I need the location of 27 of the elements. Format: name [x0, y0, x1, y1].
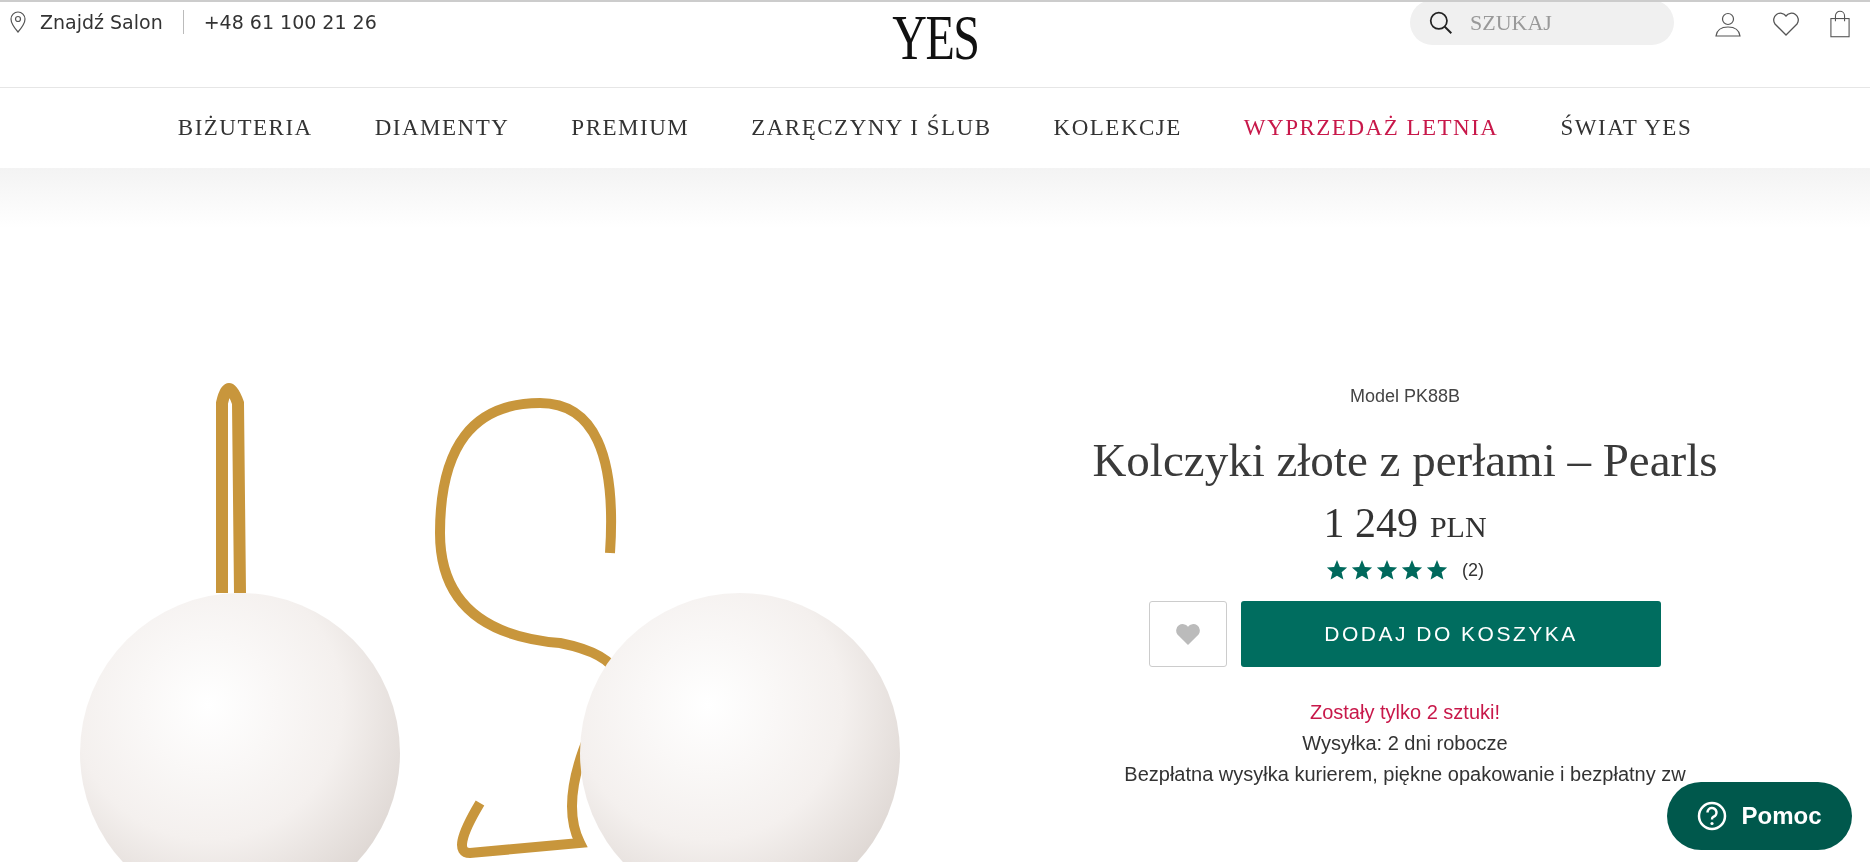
shipping-time: Wysyłka: 2 dni robocze [1302, 732, 1508, 755]
price: 1 249 [1323, 499, 1418, 547]
search-bar[interactable]: SZUKAJ [1410, 2, 1674, 45]
logo[interactable]: YES [891, 2, 979, 74]
heart-icon[interactable] [1772, 10, 1800, 37]
nav-link[interactable]: DIAMENTY [374, 115, 510, 141]
nav-link[interactable]: PREMIUM [571, 115, 690, 141]
nav-link[interactable]: ŚWIAT YES [1560, 115, 1693, 141]
search-input[interactable]: SZUKAJ [1468, 8, 1652, 37]
nav-link[interactable]: BIŻUTERIA [177, 115, 313, 141]
add-to-cart-button[interactable]: DODAJ DO KOSZYKA [1241, 601, 1661, 667]
phone-link[interactable]: +48 61 100 21 26 [203, 11, 377, 33]
model-number: Model PK88B [1349, 386, 1461, 407]
heart-icon [1174, 621, 1202, 647]
review-count[interactable]: (2) [1462, 559, 1484, 581]
currency: PLN [1429, 510, 1487, 544]
question-icon [1697, 801, 1728, 831]
find-salon-link[interactable]: Znajdź Salon [40, 11, 163, 33]
shopping-bag-icon[interactable] [1830, 9, 1850, 38]
nav-link[interactable]: KOLEKCJE [1053, 115, 1182, 141]
product-title: Kolczyki złote z perłami – Pearls [1092, 433, 1718, 487]
nav-link[interactable]: ZARĘCZYNY I ŚLUB [751, 115, 992, 141]
search-icon [1428, 9, 1454, 36]
location-pin-icon [10, 11, 26, 33]
help-button[interactable]: Pomoc [1667, 782, 1852, 850]
stock-notice: Zostały tylko 2 sztuki! [1309, 701, 1501, 724]
nav-link[interactable]: WYPRZEDAŻ LETNIA [1243, 115, 1499, 141]
